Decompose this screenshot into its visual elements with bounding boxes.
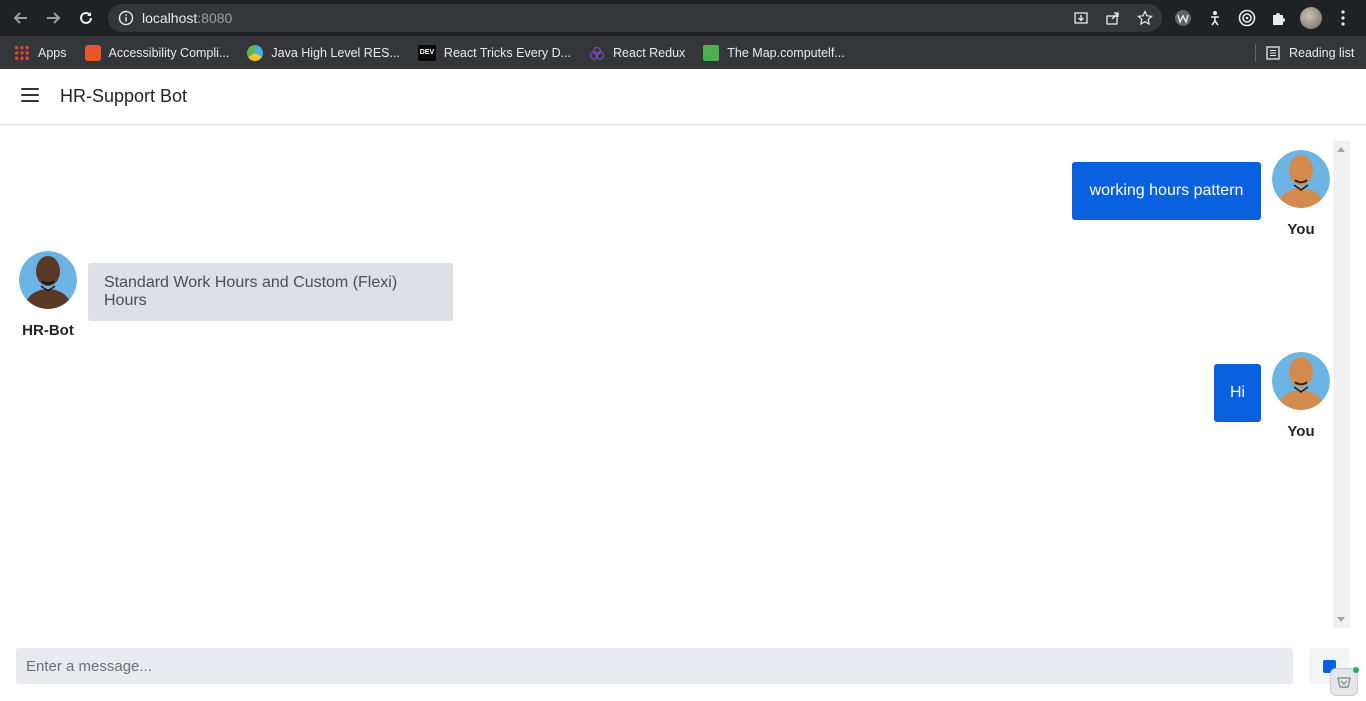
message-text: Standard Work Hours and Custom (Flexi) H… (104, 274, 398, 309)
bookmarks-divider (1255, 44, 1256, 62)
bookmark-accessibility[interactable]: Accessibility Compli... (79, 39, 236, 67)
bookmark-react-tricks[interactable]: DEV React Tricks Every D... (412, 39, 577, 67)
bookmark-label: React Redux (613, 45, 686, 60)
extension-w-icon[interactable] (1172, 7, 1194, 29)
leaf-favicon-icon (703, 44, 720, 61)
user-avatar (1272, 150, 1330, 208)
apps-grid-icon (14, 44, 30, 61)
bookmark-label: Java High Level RES... (271, 45, 400, 60)
message-input[interactable] (16, 648, 1293, 684)
bookmark-label: Accessibility Compli... (108, 45, 230, 60)
user-avatar (1272, 352, 1330, 410)
sender-name: You (1287, 221, 1315, 238)
chat-transcript: working hours pattern You HR-Bot Standar… (0, 125, 1333, 627)
page-title: HR-Support Bot (60, 86, 188, 106)
bookmark-react-redux[interactable]: React Redux (583, 39, 691, 67)
message-text: working hours pattern (1089, 182, 1244, 199)
bookmark-java[interactable]: Java High Level RES... (241, 39, 406, 67)
address-bar[interactable]: localhost:8080 (108, 4, 1162, 32)
user-avatar-block: You (1271, 352, 1331, 440)
menu-kebab-icon[interactable] (1332, 7, 1354, 29)
bot-avatar-block: HR-Bot (18, 251, 78, 339)
profile-avatar[interactable] (1300, 7, 1322, 29)
online-indicator (1353, 667, 1359, 673)
scroll-up-icon[interactable] (1337, 147, 1345, 152)
bookmarks-bar: Apps Accessibility Compli... Java High L… (0, 36, 1366, 69)
bookmark-apps[interactable]: Apps (8, 39, 73, 67)
share-icon[interactable] (1104, 9, 1122, 27)
redux-favicon-icon (589, 45, 605, 61)
scroll-down-icon[interactable] (1337, 617, 1345, 622)
bot-message-bubble: Standard Work Hours and Custom (Flexi) H… (88, 263, 453, 321)
reading-list-icon (1266, 46, 1280, 60)
extension-target-icon[interactable] (1236, 7, 1258, 29)
hamburger-menu-icon[interactable] (21, 88, 39, 104)
bookmark-label: React Tricks Every D... (443, 45, 572, 60)
sender-name: You (1287, 423, 1315, 440)
bookmark-label: Apps (38, 45, 67, 60)
reading-list-label: Reading list (1289, 46, 1355, 60)
floating-widget-icon[interactable] (1330, 667, 1359, 696)
app-header: HR-Support Bot (0, 69, 1366, 125)
extension-accessibility-icon[interactable] (1204, 7, 1226, 29)
reading-list-button[interactable]: Reading list (1266, 39, 1354, 67)
bot-avatar (19, 251, 77, 309)
bookmark-star-icon[interactable] (1136, 9, 1154, 27)
browser-toolbar: localhost:8080 (0, 0, 1366, 36)
user-message-bubble: Hi (1214, 364, 1261, 422)
accessibility-favicon-icon (84, 44, 101, 61)
message-text: Hi (1229, 384, 1246, 401)
bookmark-label: The Map.computelf... (727, 45, 845, 60)
reload-icon[interactable] (75, 7, 97, 29)
elastic-favicon-icon (247, 44, 264, 61)
bookmark-the-map[interactable]: The Map.computelf... (697, 39, 850, 67)
install-icon[interactable] (1072, 9, 1090, 27)
sender-name: HR-Bot (22, 322, 74, 339)
user-avatar-block: You (1271, 150, 1331, 238)
extensions-puzzle-icon[interactable] (1268, 7, 1290, 29)
info-icon[interactable] (118, 10, 134, 26)
user-message-bubble: working hours pattern (1072, 162, 1261, 220)
back-icon[interactable] (10, 7, 32, 29)
chat-scrollbar[interactable] (1333, 141, 1350, 628)
message-input-container (16, 648, 1293, 684)
forward-icon[interactable] (42, 7, 64, 29)
url-text: localhost:8080 (142, 10, 233, 26)
dev-favicon-icon: DEV (417, 44, 436, 61)
